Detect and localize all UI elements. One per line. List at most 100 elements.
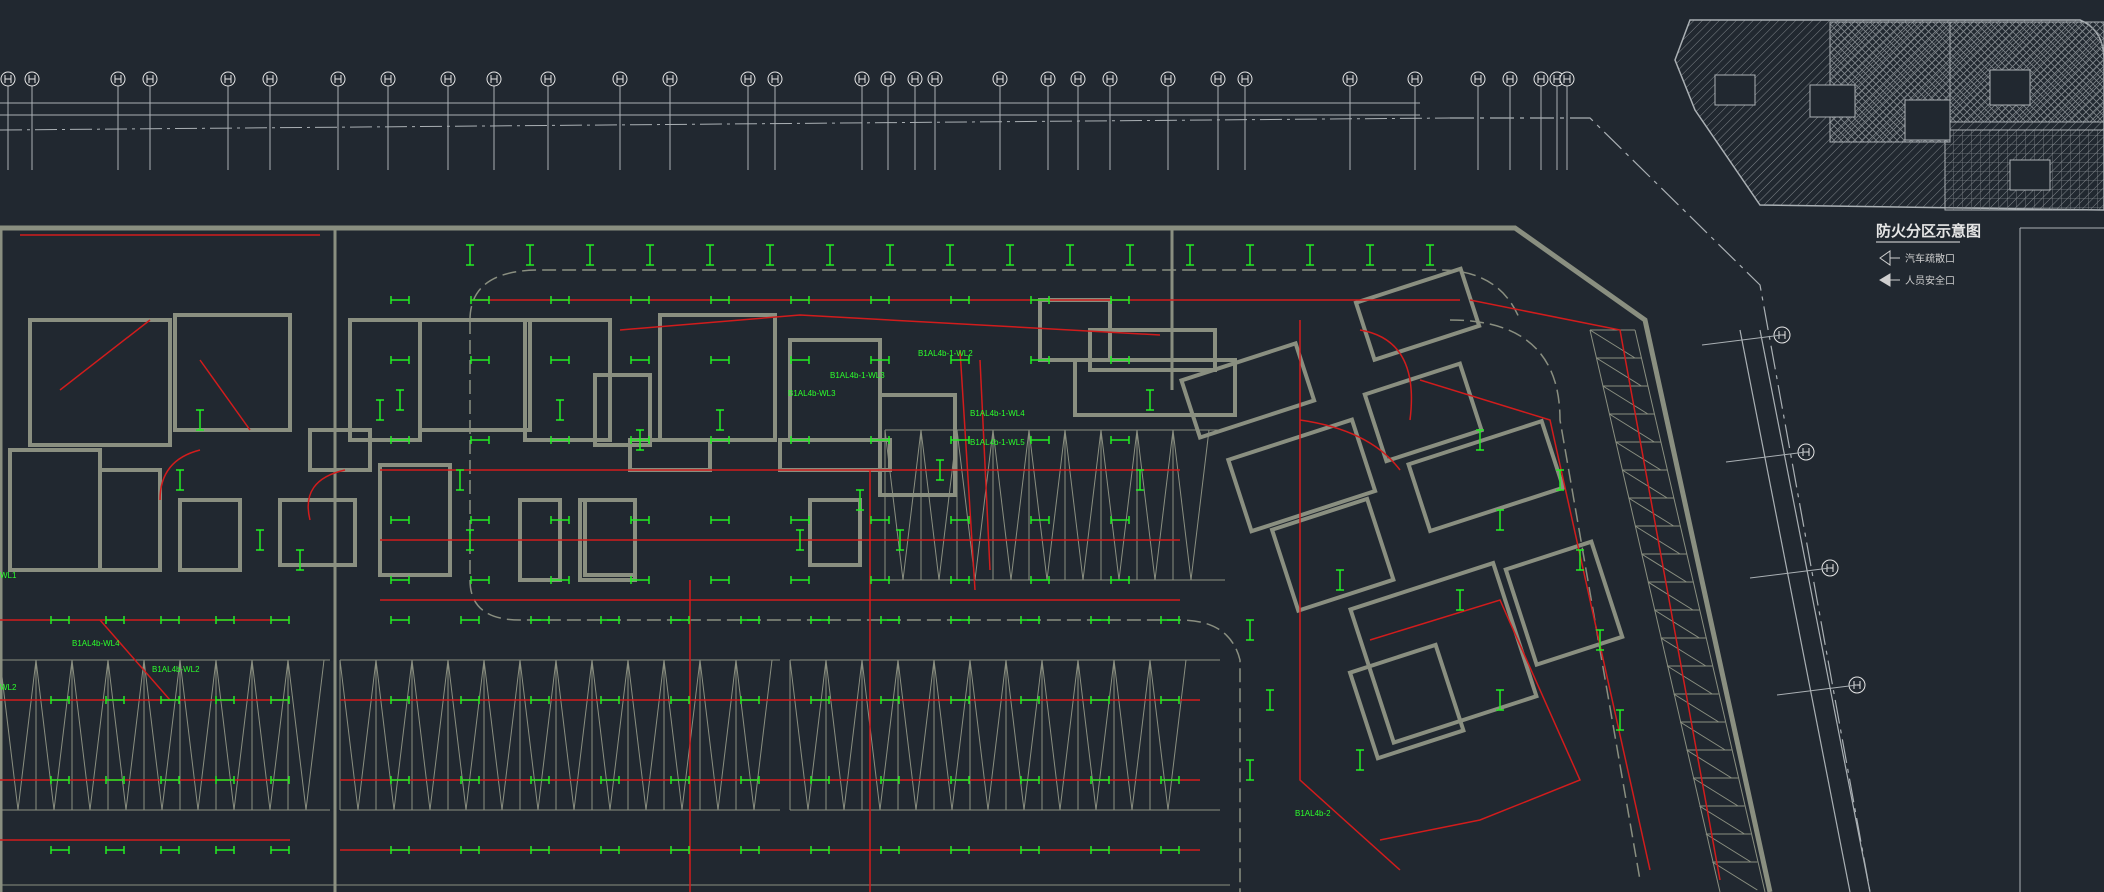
stall-line [1131, 659, 1151, 811]
stall-line [573, 659, 593, 811]
stall-line [17, 659, 37, 811]
circuit-label: B1AL4b-1-WL4 [970, 409, 1025, 418]
stall-line [1005, 659, 1025, 811]
circuit-label: B1AL4b-1-WL5 [970, 438, 1025, 447]
stall-line [717, 659, 737, 811]
stall-line [1602, 385, 1649, 415]
stall-line [1082, 429, 1102, 581]
stall-line [1660, 637, 1707, 667]
circuit-label: B1AL4b-2 [1295, 809, 1331, 818]
stall-line [1596, 357, 1642, 387]
stall-line [1041, 659, 1061, 811]
stall-line [107, 659, 127, 811]
stall-line [501, 659, 521, 811]
stall-line [627, 659, 647, 811]
stall-line [1028, 429, 1048, 581]
stall-line [53, 659, 73, 811]
stall-line [1609, 413, 1655, 443]
stall-line [1615, 441, 1662, 471]
stall-line [1673, 693, 1719, 723]
stall-line [884, 429, 904, 581]
stall-line [1667, 665, 1713, 695]
stall-line [251, 659, 271, 811]
stall-line [1589, 329, 1636, 359]
legend-item-label: 人员安全口 [1905, 274, 1955, 287]
legend-title: 防火分区示意图 [1876, 222, 1981, 240]
axis-line [0, 117, 1451, 131]
stall-line [933, 659, 953, 811]
parking-stalls-right [1589, 329, 1766, 892]
stall-line [429, 659, 449, 811]
stall-line [71, 659, 91, 811]
stall-line [287, 659, 307, 811]
stall-line [357, 659, 377, 811]
stall-line [969, 659, 989, 811]
stall-line [591, 659, 611, 811]
axis-leader [1776, 684, 1858, 696]
stall-line [393, 659, 413, 811]
circuit-label: B1AL4b-WL3 [788, 389, 836, 398]
stall-line [1113, 659, 1133, 811]
stall-line [825, 659, 845, 811]
stall-line [902, 429, 922, 581]
right-core-complex [1178, 266, 1625, 761]
stall-line [1167, 659, 1187, 811]
stall-line [843, 659, 863, 811]
stall-line [1059, 659, 1079, 811]
stall-line [161, 659, 181, 811]
legend-item-label: 汽车疏散口 [1905, 252, 1955, 265]
stall-line [1023, 659, 1043, 811]
axis-leader [1749, 567, 1831, 579]
stall-line [465, 659, 485, 811]
stall-line [411, 659, 431, 811]
stall-line [735, 659, 755, 811]
stall-line [609, 659, 629, 811]
stall-line [143, 659, 163, 811]
circuit-label: B1AL4b-WL2 [152, 665, 200, 674]
stall-line [339, 659, 359, 811]
stall-line [1010, 429, 1030, 581]
stall-line [879, 659, 899, 811]
stall-line [483, 659, 503, 811]
stall-line [1136, 429, 1156, 581]
stall-line [992, 429, 1012, 581]
stall-line [1699, 805, 1745, 835]
stall-line [663, 659, 683, 811]
stall-line [699, 659, 719, 811]
axis-bubbles-right [1701, 326, 1866, 696]
core-rooms [8, 298, 1237, 582]
stall-line [1100, 429, 1120, 581]
stall-line [897, 659, 917, 811]
stall-line [537, 659, 557, 811]
stall-line [125, 659, 145, 811]
arrow-outline-left-icon [1879, 250, 1900, 266]
stall-line [915, 659, 935, 811]
stall-line [861, 659, 881, 811]
stall-line [645, 659, 665, 811]
stall-line [375, 659, 395, 811]
sheet-border-right [2019, 227, 2104, 892]
stall-line [447, 659, 467, 811]
circuit-label: WL2 [0, 683, 17, 692]
stall-line [233, 659, 253, 811]
circuit-label: B1AL4b-WL4 [72, 639, 120, 648]
stall-line [681, 659, 701, 811]
stall-line [269, 659, 289, 811]
cad-drawing-canvas[interactable]: B1AL4b-1-WL2 B1AL4b-1-WL3 B1AL4b-1-WL4 B… [0, 0, 2104, 892]
circuit-label: B1AL4b-1-WL3 [830, 371, 885, 380]
column-axis-grid [0, 71, 1575, 170]
stall-line [789, 659, 809, 811]
stall-line [1118, 429, 1138, 581]
stall-line [1679, 721, 1726, 751]
stall-line [1077, 659, 1097, 811]
stall-line [951, 659, 971, 811]
stall-line [519, 659, 539, 811]
stall-line [1190, 429, 1210, 581]
stall-line [1046, 429, 1066, 581]
stall-line [555, 659, 575, 811]
fire-zone-overview-map [1674, 19, 2104, 211]
legend: 防火分区示意图 汽车疏散口 人员安全口 [1876, 222, 1981, 287]
stall-line [1686, 749, 1732, 779]
stall-line [920, 429, 940, 581]
stall-line [753, 659, 773, 811]
